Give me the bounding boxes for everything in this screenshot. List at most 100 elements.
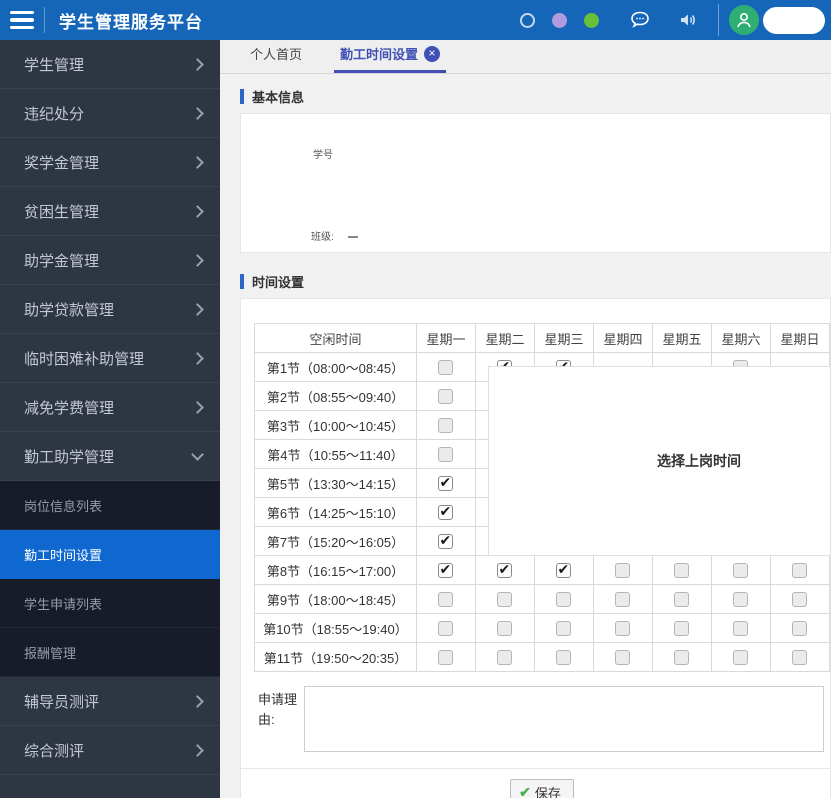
schedule-cell	[770, 643, 829, 672]
tab-close-icon[interactable]: ×	[424, 46, 440, 62]
sidebar-item-1[interactable]: 违纪处分	[0, 89, 220, 138]
checkbox-unchecked-r3-c1[interactable]	[438, 418, 453, 433]
basic-info-panel: 学号 班级:	[240, 113, 831, 253]
checkbox-unchecked-r8-c7[interactable]	[792, 563, 807, 578]
select-shift-overlay-text: 选择上岗时间	[657, 451, 741, 471]
sidebar-item-5[interactable]: 助学贷款管理	[0, 285, 220, 334]
checkbox-unchecked-r9-c2[interactable]	[497, 592, 512, 607]
top-header-bar: 学生管理服务平台	[0, 0, 831, 40]
schedule-cell	[534, 614, 593, 643]
schedule-cell	[711, 585, 770, 614]
status-dot-green-icon[interactable]	[584, 13, 599, 28]
apply-reason-textarea[interactable]	[304, 686, 824, 752]
avatar[interactable]	[729, 5, 759, 35]
sidebar-item-8[interactable]: 勤工助学管理	[0, 432, 220, 481]
checkbox-unchecked-r9-c7[interactable]	[792, 592, 807, 607]
sidebar-item-label: 勤工助学管理	[24, 446, 193, 467]
checkbox-unchecked-r10-c6[interactable]	[733, 621, 748, 636]
chevron-right-icon	[191, 254, 204, 267]
checkbox-unchecked-r11-c7[interactable]	[792, 650, 807, 665]
checkbox-unchecked-r8-c6[interactable]	[733, 563, 748, 578]
day-column-header-1: 星期二	[475, 324, 534, 353]
panel-divider	[241, 768, 831, 769]
save-button[interactable]: ✔ 保存	[510, 779, 574, 798]
hamburger-menu-icon[interactable]	[0, 0, 44, 40]
tab-work-time-settings[interactable]: 勤工时间设置 ×	[334, 44, 446, 73]
status-dot-purple-icon[interactable]	[552, 13, 567, 28]
checkbox-unchecked-r9-c3[interactable]	[556, 592, 571, 607]
period-label: 第11节（19:50～20:35）	[255, 643, 417, 672]
apply-reason-label: 申请理由:	[258, 690, 304, 730]
checkbox-checked-r8-c2[interactable]	[497, 563, 512, 578]
sidebar-item-0[interactable]: 学生管理	[0, 40, 220, 89]
period-label: 第9节（18:00～18:45）	[255, 585, 417, 614]
schedule-cell	[711, 643, 770, 672]
sidebar-item-label: 学生管理	[24, 54, 193, 75]
sidebar-item-6[interactable]: 临时困难补助管理	[0, 334, 220, 383]
checkbox-unchecked-r9-c1[interactable]	[438, 592, 453, 607]
checkbox-unchecked-r10-c4[interactable]	[615, 621, 630, 636]
schedule-cell	[770, 614, 829, 643]
chevron-right-icon	[191, 107, 204, 120]
checkbox-checked-r8-c3[interactable]	[556, 563, 571, 578]
sidebar-item-14[interactable]: 综合测评	[0, 726, 220, 775]
section-accent-bar	[240, 274, 244, 289]
day-column-header-6: 星期日	[770, 324, 829, 353]
period-label: 第1节（08:00～08:45）	[255, 353, 417, 382]
sidebar-subitem-10-active[interactable]: 勤工时间设置	[0, 530, 220, 579]
checkbox-unchecked-r1-c1[interactable]	[438, 360, 453, 375]
status-circle-hollow-icon[interactable]	[520, 13, 535, 28]
schedule-cell	[475, 614, 534, 643]
table-row: 第11节（19:50～20:35）	[255, 643, 830, 672]
checkbox-unchecked-r11-c3[interactable]	[556, 650, 571, 665]
sidebar-subitem-9[interactable]: 岗位信息列表	[0, 481, 220, 530]
checkbox-unchecked-r9-c4[interactable]	[615, 592, 630, 607]
checkbox-unchecked-r9-c6[interactable]	[733, 592, 748, 607]
day-column-header-5: 星期六	[711, 324, 770, 353]
checkbox-unchecked-r10-c3[interactable]	[556, 621, 571, 636]
sidebar-item-13[interactable]: 辅导员测评	[0, 677, 220, 726]
period-label: 第6节（14:25～15:10）	[255, 498, 417, 527]
schedule-cell	[416, 469, 475, 498]
sidebar-subitem-12[interactable]: 报酬管理	[0, 628, 220, 677]
checkbox-unchecked-r10-c1[interactable]	[438, 621, 453, 636]
tab-personal-home[interactable]: 个人首页	[244, 44, 308, 73]
checkbox-unchecked-r10-c5[interactable]	[674, 621, 689, 636]
sidebar-item-3[interactable]: 贫困生管理	[0, 187, 220, 236]
checkbox-unchecked-r8-c4[interactable]	[615, 563, 630, 578]
schedule-cell	[593, 643, 652, 672]
checkbox-unchecked-r8-c5[interactable]	[674, 563, 689, 578]
sidebar-item-2[interactable]: 奖学金管理	[0, 138, 220, 187]
checkbox-unchecked-r10-c2[interactable]	[497, 621, 512, 636]
checkbox-unchecked-r2-c1[interactable]	[438, 389, 453, 404]
sidebar-subitem-11[interactable]: 学生申请列表	[0, 579, 220, 628]
checkbox-unchecked-r11-c2[interactable]	[497, 650, 512, 665]
chevron-right-icon	[191, 156, 204, 169]
checkbox-unchecked-r11-c1[interactable]	[438, 650, 453, 665]
checkbox-unchecked-r10-c7[interactable]	[792, 621, 807, 636]
checkbox-unchecked-r11-c4[interactable]	[615, 650, 630, 665]
speaker-icon[interactable]	[676, 8, 700, 32]
checkbox-unchecked-r11-c6[interactable]	[733, 650, 748, 665]
checkbox-unchecked-r4-c1[interactable]	[438, 447, 453, 462]
sidebar-item-4[interactable]: 助学金管理	[0, 236, 220, 285]
checkbox-checked-r8-c1[interactable]	[438, 563, 453, 578]
checkbox-checked-r5-c1[interactable]	[438, 476, 453, 491]
chat-icon[interactable]	[628, 8, 652, 32]
schedule-cell	[475, 585, 534, 614]
table-row: 第8节（16:15～17:00）	[255, 556, 830, 585]
user-name-pill[interactable]	[763, 7, 825, 34]
schedule-cell	[770, 556, 829, 585]
checkbox-checked-r6-c1[interactable]	[438, 505, 453, 520]
checkbox-checked-r7-c1[interactable]	[438, 534, 453, 549]
sidebar-subitem-label: 岗位信息列表	[24, 496, 102, 515]
app-title: 学生管理服务平台	[59, 8, 203, 33]
sidebar-item-7[interactable]: 减免学费管理	[0, 383, 220, 432]
period-label: 第8节（16:15～17:00）	[255, 556, 417, 585]
schedule-cell	[416, 353, 475, 382]
schedule-cell	[416, 411, 475, 440]
checkbox-unchecked-r9-c5[interactable]	[674, 592, 689, 607]
select-shift-overlay: 选择上岗时间	[488, 366, 831, 556]
checkbox-unchecked-r11-c5[interactable]	[674, 650, 689, 665]
sidebar-item-label: 奖学金管理	[24, 152, 193, 173]
